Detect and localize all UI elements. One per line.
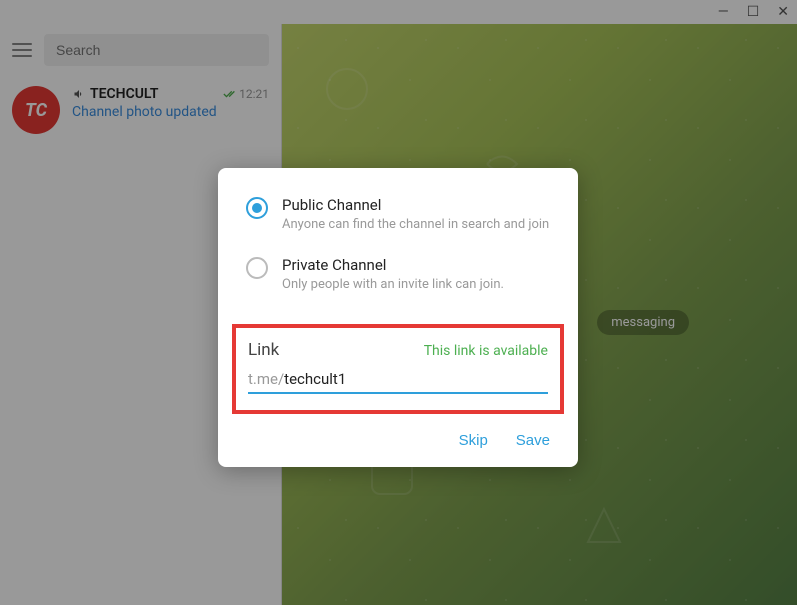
link-section: Link This link is available t.me/ (232, 324, 564, 414)
radio-public-channel[interactable]: Public Channel Anyone can find the chann… (218, 196, 578, 256)
save-button[interactable]: Save (516, 432, 550, 449)
link-input[interactable] (284, 370, 548, 388)
radio-title: Public Channel (282, 196, 550, 214)
radio-description: Anyone can find the channel in search an… (282, 217, 550, 234)
radio-unselected-icon (246, 257, 268, 279)
link-label: Link (248, 340, 279, 360)
link-input-row[interactable]: t.me/ (248, 370, 548, 394)
skip-button[interactable]: Skip (459, 432, 488, 449)
link-availability-status: This link is available (424, 343, 548, 359)
radio-title: Private Channel (282, 256, 550, 274)
radio-private-channel[interactable]: Private Channel Only people with an invi… (218, 256, 578, 316)
radio-description: Only people with an invite link can join… (282, 277, 550, 294)
radio-selected-icon (246, 197, 268, 219)
link-prefix: t.me/ (248, 370, 284, 388)
channel-type-modal: Public Channel Anyone can find the chann… (218, 168, 578, 467)
